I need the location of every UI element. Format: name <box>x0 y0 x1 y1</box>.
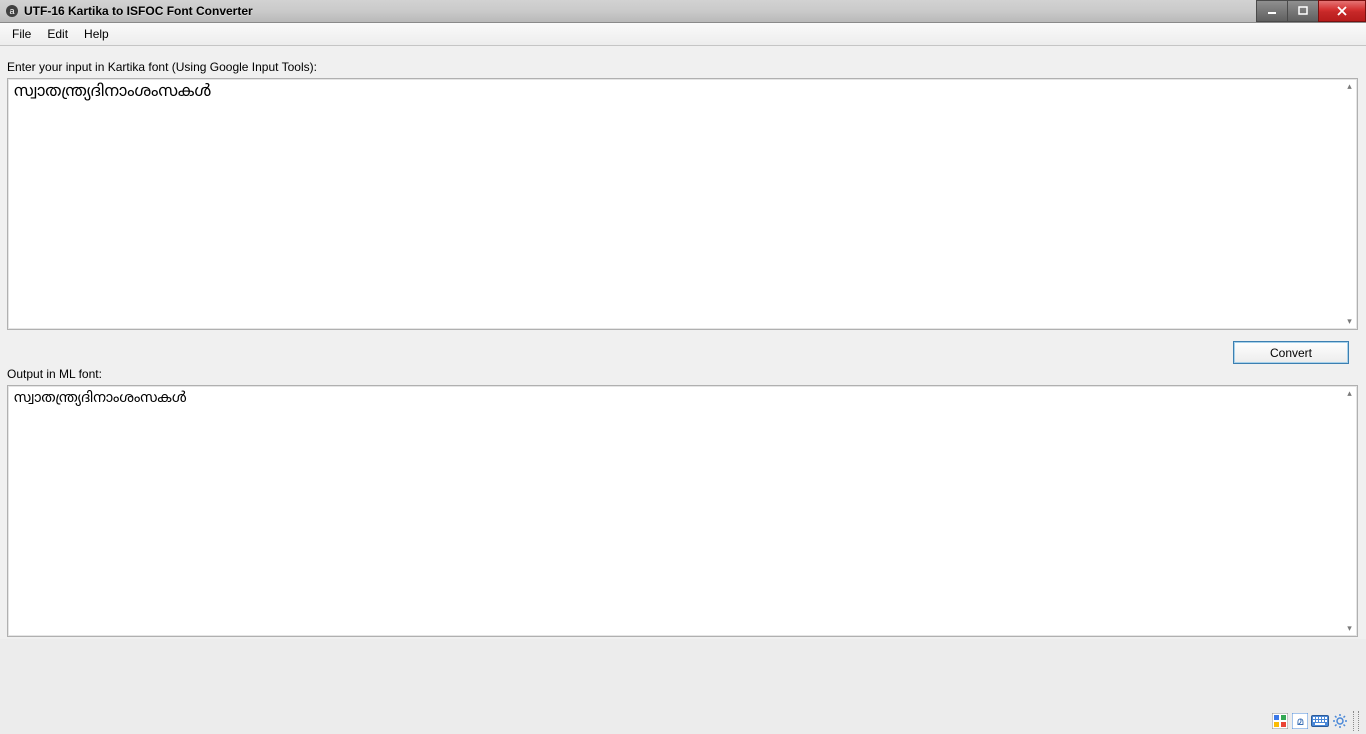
language-malayalam-icon[interactable]: മ <box>1291 712 1309 730</box>
svg-text:മ: മ <box>1297 716 1304 728</box>
menu-bar: File Edit Help <box>0 23 1366 46</box>
output-scrollbar[interactable]: ▴ ▾ <box>1342 386 1357 636</box>
settings-gear-icon[interactable] <box>1331 712 1349 730</box>
output-textarea-wrap: ▴ ▾ <box>7 385 1358 637</box>
window-footer-area <box>0 639 1366 734</box>
menu-help[interactable]: Help <box>76 25 117 43</box>
title-bar: a UTF-16 Kartika to ISFOC Font Converter <box>0 0 1366 23</box>
window-controls <box>1257 0 1366 20</box>
maximize-icon <box>1298 6 1308 16</box>
minimize-icon <box>1267 6 1277 16</box>
close-icon <box>1336 6 1348 16</box>
client-area: Enter your input in Kartika font (Using … <box>0 46 1366 734</box>
input-textarea[interactable] <box>8 79 1353 337</box>
scroll-up-icon[interactable]: ▴ <box>1342 79 1357 94</box>
tray-resize-handle[interactable] <box>1353 711 1359 731</box>
input-label: Enter your input in Kartika font (Using … <box>7 60 317 74</box>
input-scrollbar[interactable]: ▴ ▾ <box>1342 79 1357 329</box>
keyboard-icon[interactable] <box>1311 712 1329 730</box>
output-textarea[interactable] <box>8 386 1353 644</box>
menu-file[interactable]: File <box>4 25 39 43</box>
app-icon: a <box>4 3 20 19</box>
scroll-up-icon[interactable]: ▴ <box>1342 386 1357 401</box>
menu-edit[interactable]: Edit <box>39 25 76 43</box>
input-textarea-wrap: ▴ ▾ <box>7 78 1358 330</box>
close-button[interactable] <box>1318 0 1366 22</box>
minimize-button[interactable] <box>1256 0 1288 22</box>
scroll-down-icon[interactable]: ▾ <box>1342 621 1357 636</box>
scroll-down-icon[interactable]: ▾ <box>1342 314 1357 329</box>
window-title: UTF-16 Kartika to ISFOC Font Converter <box>24 4 253 18</box>
svg-text:a: a <box>9 6 14 16</box>
maximize-button[interactable] <box>1287 0 1319 22</box>
google-input-tools-icon[interactable] <box>1271 712 1289 730</box>
convert-button[interactable]: Convert <box>1233 341 1349 364</box>
output-label: Output in ML font: <box>7 367 102 381</box>
system-tray: മ <box>1268 710 1362 732</box>
